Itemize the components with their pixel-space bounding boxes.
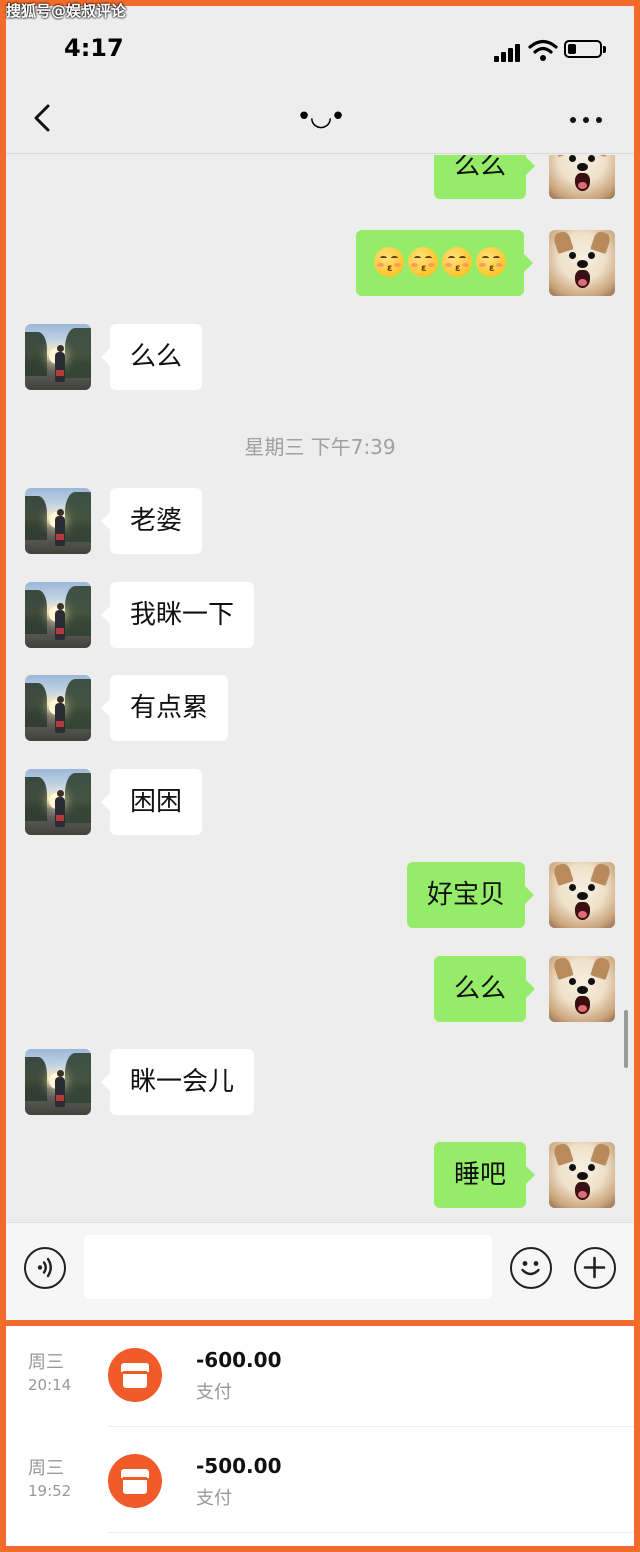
chat-screen: 4:17 •◡• 么么 ε ε ε ε 么么 星期三 下午7:39 老婆 我眯一…: [6, 6, 634, 1320]
more-options-button[interactable]: [568, 114, 604, 126]
battery-level: [568, 44, 576, 54]
dog-avatar[interactable]: [549, 155, 615, 199]
payment-records: 周三 20:14 -600.00 支付 周三 19:52 -500.00 支付: [6, 1326, 634, 1546]
payment-day: 周三: [28, 1458, 64, 1479]
payment-row[interactable]: 周三 20:14 -600.00 支付: [6, 1326, 634, 1432]
divider: [108, 1532, 634, 1533]
dog-avatar[interactable]: [549, 956, 615, 1022]
voice-input-button[interactable]: [24, 1247, 66, 1289]
message-input[interactable]: [84, 1235, 492, 1299]
chat-title: •◡•: [296, 102, 345, 132]
payment-time: 19:52: [28, 1482, 72, 1500]
payment-day: 周三: [28, 1352, 64, 1373]
message-bubble-outgoing[interactable]: 么么: [434, 956, 536, 1022]
emoji-group: εεεε: [372, 230, 508, 296]
payment-time: 20:14: [28, 1376, 72, 1394]
more-functions-button[interactable]: [574, 1247, 616, 1289]
voice-icon: [37, 1257, 52, 1278]
message-bubble-outgoing[interactable]: εεεε: [356, 230, 533, 296]
divider: [108, 1426, 634, 1427]
store-icon: [108, 1348, 162, 1402]
person-avatar[interactable]: [25, 769, 91, 835]
smiley-icon: [521, 1261, 540, 1276]
message-bubble-incoming[interactable]: 眯一会儿: [100, 1049, 255, 1115]
message-bubble-incoming[interactable]: 我眯一下: [100, 582, 255, 648]
status-time: 4:17: [64, 34, 124, 62]
kissing-face-icon: ε: [442, 247, 472, 277]
kissing-face-icon: ε: [408, 247, 438, 277]
watermark: 搜狐号@娱叔评论: [6, 2, 127, 20]
emoji-button[interactable]: [510, 1247, 552, 1289]
message-bubble-incoming[interactable]: 有点累: [100, 675, 229, 741]
wifi-icon: [528, 39, 558, 61]
payment-amount: -600.00: [196, 1348, 282, 1372]
dog-avatar[interactable]: [549, 1142, 615, 1208]
person-avatar[interactable]: [25, 324, 91, 390]
kissing-face-icon: ε: [374, 247, 404, 277]
dog-avatar[interactable]: [549, 230, 615, 296]
message-bubble-incoming[interactable]: 老婆: [100, 488, 203, 554]
message-bubble-outgoing[interactable]: 睡吧: [434, 1142, 536, 1208]
person-avatar[interactable]: [25, 1049, 91, 1115]
message-list[interactable]: 么么 εεεε 么么 星期三 下午7:39 老婆 我眯一下 有点累 困困 好宝贝…: [6, 155, 634, 1222]
message-timestamp: 星期三 下午7:39: [244, 435, 396, 459]
message-bubble-outgoing[interactable]: 好宝贝: [407, 862, 535, 928]
nav-bar: •◡•: [6, 86, 634, 154]
dog-avatar[interactable]: [549, 862, 615, 928]
person-avatar[interactable]: [25, 582, 91, 648]
message-bubble-outgoing[interactable]: 么么: [434, 155, 536, 199]
payment-row[interactable]: 周三 19:52 -500.00 支付: [6, 1432, 634, 1538]
payment-type: 支付: [196, 1382, 232, 1403]
message-bubble-incoming[interactable]: 么么: [100, 324, 203, 390]
person-avatar[interactable]: [25, 488, 91, 554]
payment-type: 支付: [196, 1488, 232, 1509]
plus-icon: [583, 1256, 606, 1279]
input-bar: [6, 1222, 634, 1320]
kissing-face-icon: ε: [476, 247, 506, 277]
scrollbar[interactable]: [624, 1010, 628, 1068]
battery-icon: [564, 40, 606, 58]
person-avatar[interactable]: [25, 675, 91, 741]
payment-amount: -500.00: [196, 1454, 282, 1478]
message-bubble-incoming[interactable]: 困困: [100, 769, 203, 835]
store-icon: [108, 1454, 162, 1508]
cellular-signal-icon: [494, 44, 524, 62]
